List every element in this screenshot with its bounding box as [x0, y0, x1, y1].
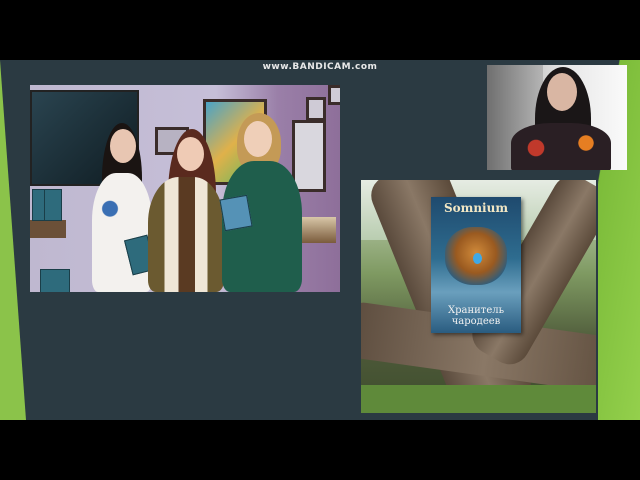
webcam-feed-image [487, 65, 627, 170]
book-title: Somnium [443, 201, 509, 215]
bookshelf [30, 220, 66, 238]
book-subtitle: Хранитель чародеев [447, 305, 505, 327]
decorative-green-stripe-left [0, 60, 26, 420]
picture-frame [292, 120, 326, 192]
picture-frame [306, 97, 326, 121]
book-cover-image: Somnium Хранитель чародеев [431, 197, 521, 333]
picture-frame [328, 85, 340, 105]
group-photo-image [30, 85, 340, 292]
recorder-watermark: www.BANDICAM.com [262, 62, 378, 72]
